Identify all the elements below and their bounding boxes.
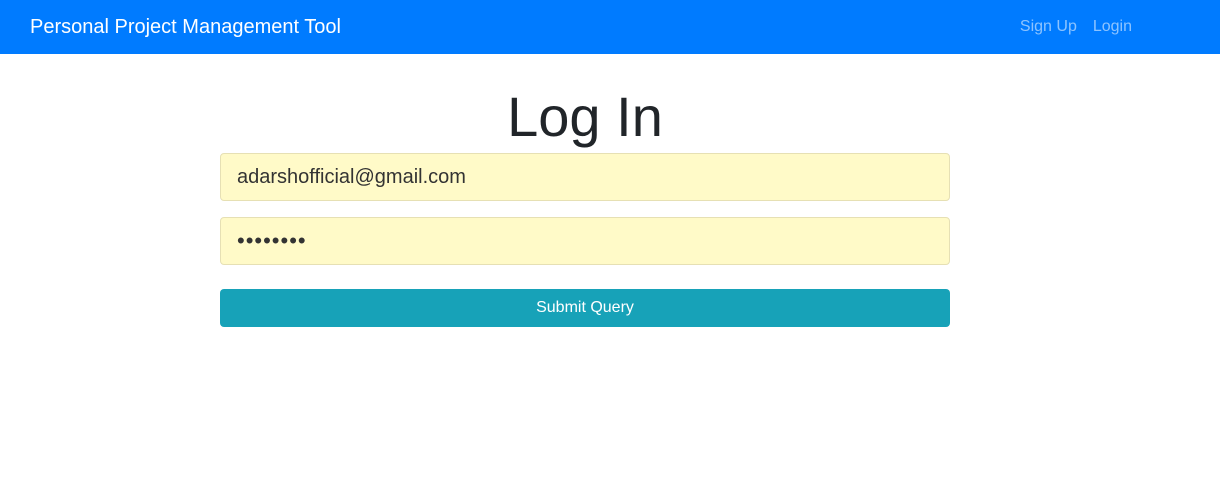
submit-button[interactable]: Submit Query xyxy=(220,289,950,327)
page-title: Log In xyxy=(507,85,663,148)
email-input[interactable] xyxy=(220,153,950,201)
navbar: Personal Project Management Tool Sign Up… xyxy=(0,0,1220,54)
brand-link[interactable]: Personal Project Management Tool xyxy=(30,15,341,39)
password-input[interactable] xyxy=(220,217,950,265)
nav-link-login[interactable]: Login xyxy=(1093,17,1132,37)
nav-link-sign-up[interactable]: Sign Up xyxy=(1020,17,1077,37)
nav-links: Sign Up Login xyxy=(1020,17,1132,37)
